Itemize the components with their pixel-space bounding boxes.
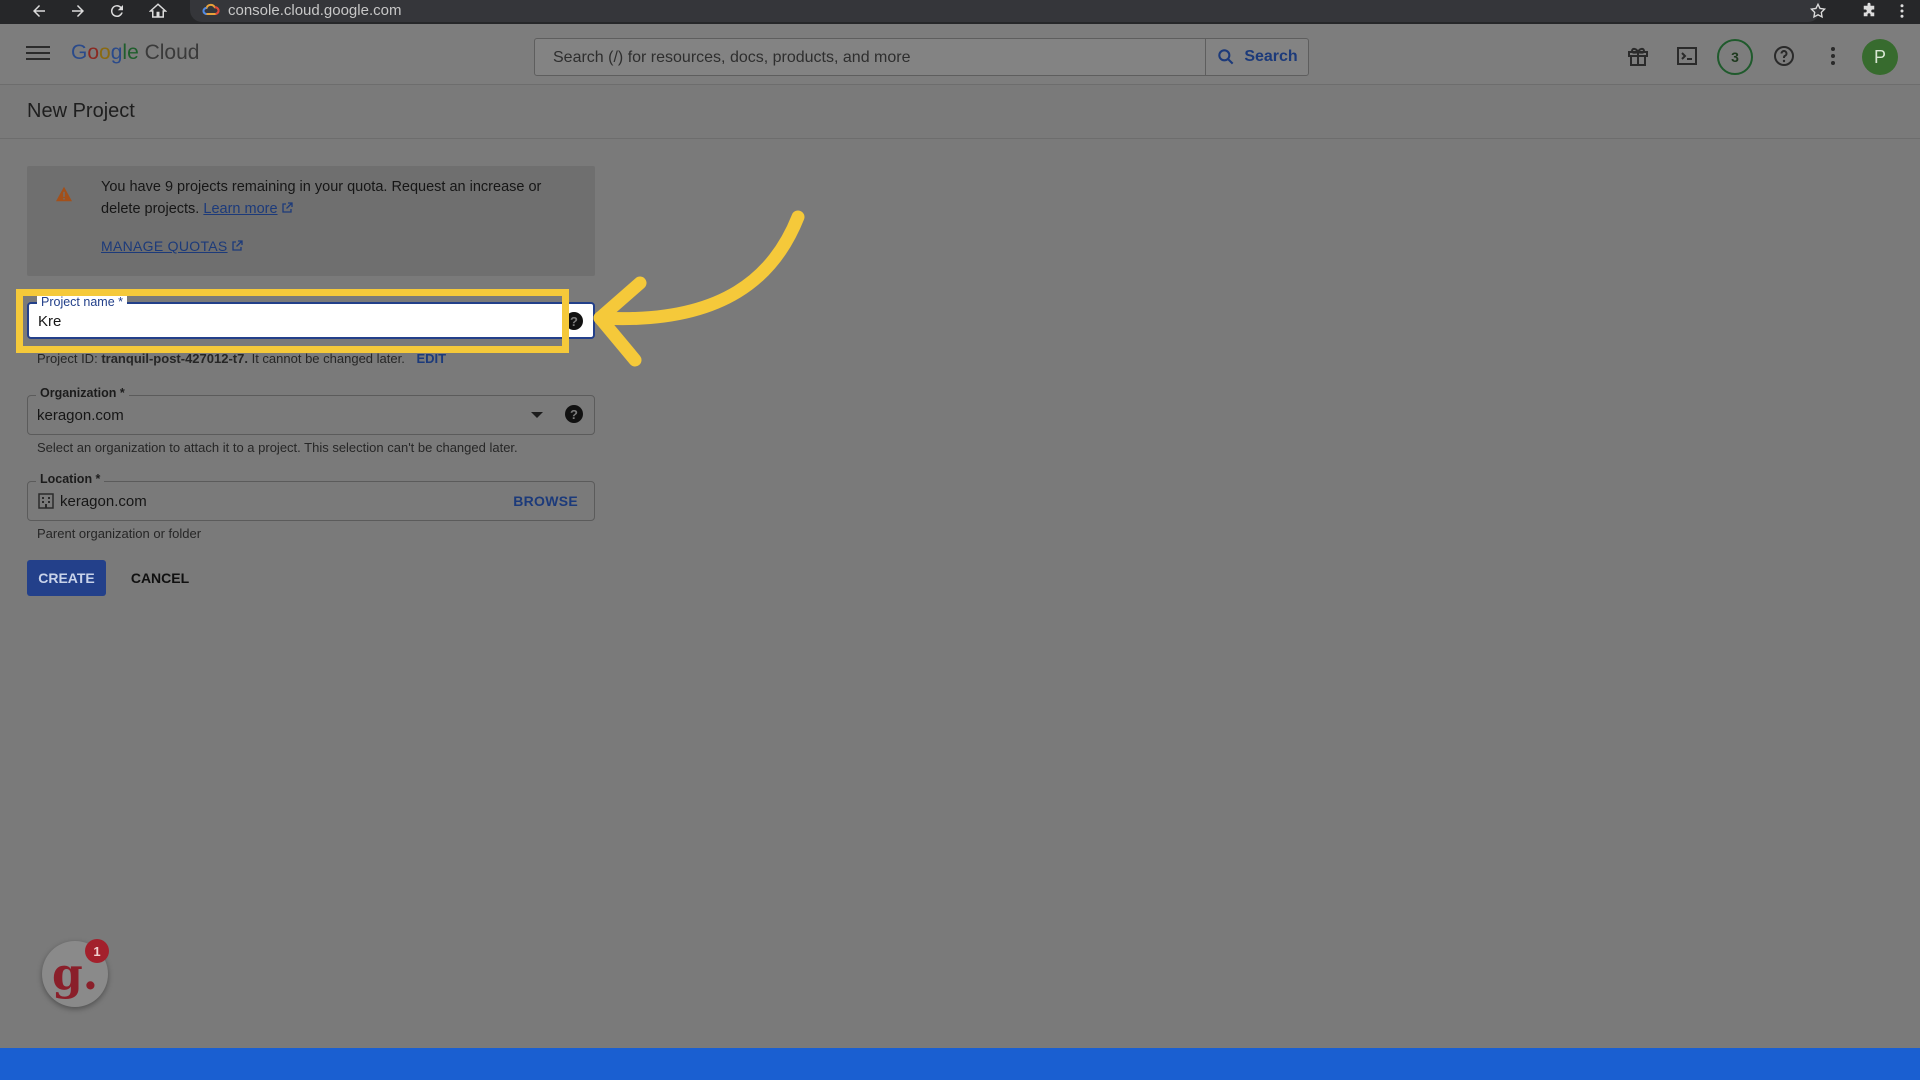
bottom-bar [0,1048,1920,1080]
warning-icon [56,186,72,202]
building-icon [38,493,54,509]
account-avatar[interactable]: P [1862,39,1898,75]
location-hint: Parent organization or folder [37,526,202,541]
chevron-down-icon[interactable] [531,412,543,418]
forward-icon[interactable] [64,0,92,22]
organization-value: keragon.com [37,407,124,424]
home-icon[interactable] [144,0,172,22]
location-value: keragon.com [60,493,147,510]
cancel-button[interactable]: CANCEL [122,560,198,596]
notifications-badge[interactable]: 3 [1717,39,1753,75]
guide-widget-badge: 1 [85,939,109,963]
quota-message: You have 9 projects remaining in your qu… [101,176,571,220]
location-label: Location * [36,472,105,486]
title-divider [0,138,1920,139]
highlight-box [16,289,569,353]
browser-menu-icon[interactable] [1888,0,1916,22]
location-field[interactable]: Location * keragon.com BROWSE [27,472,595,521]
search-button-label: Search [1244,48,1298,65]
project-id-value: tranquil-post-427012-t7. [101,351,248,366]
browser-toolbar: console.cloud.google.com [0,0,1920,24]
main-menu-icon[interactable] [24,43,52,65]
edit-project-id-button[interactable]: EDIT [416,351,446,366]
organization-label: Organization * [36,386,129,400]
annotation-arrow-icon [593,210,805,367]
more-options-icon[interactable] [1818,41,1848,71]
reload-icon[interactable] [103,0,131,22]
search-placeholder: Search (/) for resources, docs, products… [553,49,911,66]
search-button[interactable]: Search [1205,38,1309,76]
manage-quotas-link[interactable]: MANAGE QUOTAS [101,238,243,254]
gift-icon[interactable] [1623,41,1653,71]
bookmark-star-icon[interactable] [1804,0,1832,22]
organization-help-icon[interactable]: ? [565,405,583,423]
app-header: Google Cloud Search (/) for resources, d… [0,24,1920,85]
create-button[interactable]: CREATE [27,560,106,596]
quota-notice: You have 9 projects remaining in your qu… [27,166,595,276]
search-input[interactable]: Search (/) for resources, docs, products… [534,38,1206,76]
extensions-puzzle-icon[interactable] [1855,0,1883,22]
google-cloud-favicon-icon [202,3,220,15]
address-bar[interactable]: console.cloud.google.com [190,0,1820,22]
project-id-line: Project ID: tranquil-post-427012-t7. It … [37,351,447,366]
browse-button[interactable]: BROWSE [513,493,578,509]
help-icon[interactable] [1769,41,1799,71]
external-link-icon [231,240,243,251]
google-cloud-logo[interactable]: Google Cloud [71,39,199,67]
cloud-shell-terminal-icon[interactable] [1672,41,1702,71]
learn-more-link[interactable]: Learn more [203,201,293,217]
page-title: New Project [27,100,135,122]
organization-select[interactable]: Organization * keragon.com [27,386,595,435]
quota-text: You have 9 projects remaining in your qu… [101,179,542,217]
external-link-icon [281,202,293,213]
url-text: console.cloud.google.com [228,2,402,19]
search-icon [1218,49,1234,65]
back-icon[interactable] [25,0,53,22]
organization-hint: Select an organization to attach it to a… [37,440,518,455]
